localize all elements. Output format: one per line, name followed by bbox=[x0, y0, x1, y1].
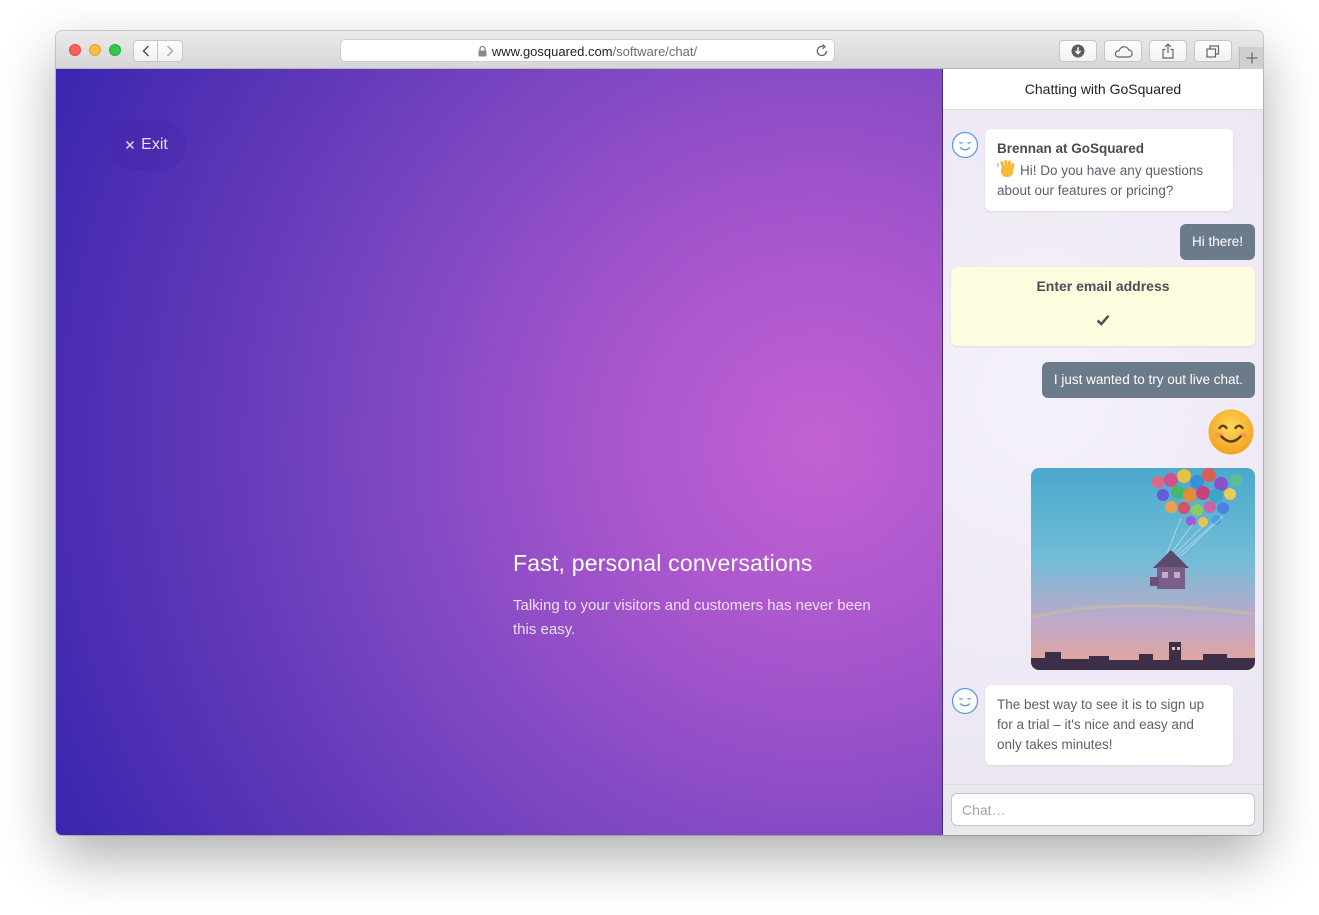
user-message: Hi there! bbox=[1179, 224, 1255, 260]
window-minimize-button[interactable] bbox=[89, 44, 101, 56]
window-zoom-button[interactable] bbox=[109, 44, 121, 56]
exit-button[interactable]: Exit bbox=[107, 120, 186, 170]
hero-subtitle: Talking to your visitors and customers h… bbox=[513, 597, 871, 638]
url-path: /software/chat/ bbox=[612, 44, 698, 59]
lock-icon bbox=[478, 46, 487, 57]
window-close-button[interactable] bbox=[69, 44, 81, 56]
download-icon bbox=[1071, 44, 1085, 58]
email-capture-card[interactable]: Enter email address bbox=[951, 267, 1255, 346]
new-tab-button[interactable] bbox=[1239, 47, 1263, 69]
chevron-right-icon bbox=[166, 45, 174, 57]
browser-window: www.gosquared.com/software/chat/ Exit Fa… bbox=[56, 31, 1263, 835]
chat-input[interactable] bbox=[951, 793, 1255, 826]
reload-icon[interactable] bbox=[815, 43, 829, 58]
chat-panel: Chatting with GoSquared Brennan at GoSqu… bbox=[942, 69, 1263, 835]
downloads-button[interactable] bbox=[1059, 40, 1097, 62]
agent-message-text: Hi! Do you have any questions about our … bbox=[997, 163, 1204, 198]
agent-name: Brennan at GoSquared bbox=[997, 141, 1145, 156]
page-content: Exit Fast, personal conversations Talkin… bbox=[56, 69, 1263, 835]
address-bar[interactable]: www.gosquared.com/software/chat/ bbox=[340, 39, 835, 62]
agent-avatar-icon bbox=[951, 131, 979, 159]
chevron-left-icon bbox=[141, 45, 149, 57]
hero-title: Fast, personal conversations bbox=[513, 550, 813, 576]
hero-section: Exit Fast, personal conversations Talkin… bbox=[56, 69, 942, 835]
back-button[interactable] bbox=[133, 40, 158, 62]
browser-toolbar: www.gosquared.com/software/chat/ bbox=[56, 31, 1263, 69]
chat-header: Chatting with GoSquared bbox=[943, 69, 1263, 110]
url-domain: www.gosquared.com bbox=[491, 44, 613, 59]
agent-message: Brennan at GoSquared Hi! Do you have any… bbox=[985, 129, 1233, 211]
agent-message: The best way to see it is to sign up for… bbox=[985, 685, 1233, 765]
balloon-house-photo[interactable] bbox=[1031, 468, 1255, 670]
cloud-icon bbox=[1114, 45, 1133, 58]
forward-button[interactable] bbox=[158, 40, 183, 62]
share-button[interactable] bbox=[1149, 40, 1187, 62]
chat-header-title: Chatting with GoSquared bbox=[1024, 81, 1182, 97]
balloon-house-image bbox=[1031, 468, 1255, 670]
user-message-text: Hi there! bbox=[1191, 234, 1243, 249]
exit-label: Exit bbox=[141, 136, 168, 153]
smiling-face-emoji bbox=[1208, 409, 1254, 455]
address-text: www.gosquared.com/software/chat/ bbox=[341, 44, 834, 59]
email-capture-label: Enter email address bbox=[1036, 278, 1170, 294]
tab-overview-button[interactable] bbox=[1194, 40, 1232, 62]
waving-hand-emoji-icon bbox=[997, 160, 1015, 177]
user-message: I just wanted to try out live chat. bbox=[1041, 362, 1255, 398]
checkmark-icon[interactable] bbox=[1096, 314, 1110, 326]
user-message-text: I just wanted to try out live chat. bbox=[1053, 372, 1243, 387]
plus-icon bbox=[1246, 52, 1257, 64]
close-icon bbox=[126, 141, 135, 149]
chat-composer bbox=[943, 784, 1263, 835]
agent-message-text: The best way to see it is to sign up for… bbox=[997, 697, 1205, 752]
icloud-tabs-button[interactable] bbox=[1104, 40, 1142, 62]
share-icon bbox=[1162, 43, 1174, 59]
agent-avatar-icon bbox=[951, 687, 979, 715]
tabs-overview-icon bbox=[1206, 44, 1220, 58]
